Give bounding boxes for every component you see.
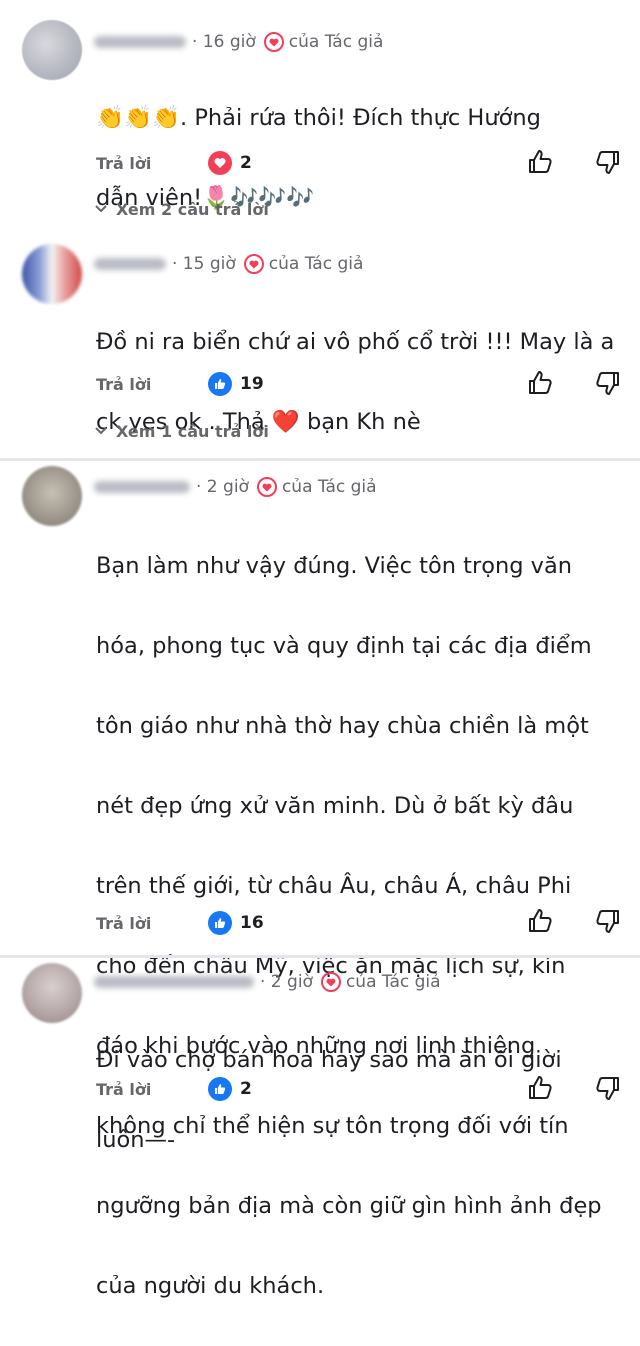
comment-meta: · 15 giờ của Tác giả [94,250,363,278]
reaction-summary[interactable]: 19 [208,372,264,396]
divider [0,458,640,461]
comment-actions: Trả lời [96,148,640,178]
reaction-summary[interactable]: 2 [208,151,252,175]
comment-text-line: tôn giáo như nhà thờ hay chùa chiền là m… [96,713,589,739]
author-name-blurred[interactable] [94,481,190,493]
comment-meta: · 2 giờ của Tác giả [94,473,377,501]
author-name-blurred[interactable] [94,36,186,48]
author-heart-icon [263,32,284,52]
view-replies-button[interactable]: Xem 1 câu trả lời [94,418,269,444]
comment-actions: Trả lời [96,369,640,399]
reaction-count: 16 [240,913,264,933]
reply-button[interactable]: Trả lời [96,154,151,173]
author-heart-icon [256,477,277,497]
comment-time: · 15 giờ [172,254,236,274]
comment-text-line: hóa, phong tục và quy định tại các địa đ… [96,633,592,659]
comment-meta: · 2 giờ của Tác giả [94,968,441,996]
reaction-count: 2 [240,153,252,173]
comment-text-line: Bạn làm như vậy đúng. Việc tôn trọng văn [96,553,573,579]
chevron-down-icon [95,427,107,435]
upvote-icon[interactable] [526,1074,554,1106]
comment-actions: Trả lời [96,1074,640,1104]
comment-text-line: 👏👏👏. Phải rứa thôi! Đích thực Hướng [96,105,541,131]
author-heart-icon [320,972,341,992]
reaction-count: 19 [240,374,264,394]
comment-text-line: của người du khách. [96,1273,325,1299]
like-icon [208,372,232,396]
heart-icon [208,151,232,175]
comment-meta: · 16 giờ của Tác giả [94,28,383,56]
view-replies-label: Xem 2 câu trả lời [116,199,269,219]
downvote-icon[interactable] [594,907,622,939]
chevron-down-icon [95,205,107,213]
divider [0,955,640,958]
view-replies-button[interactable]: Xem 2 câu trả lời [94,196,269,222]
like-icon [208,1077,232,1101]
comment-time: · 2 giờ [196,477,249,497]
author-badge: của Tác giả [281,477,377,497]
author-badge: của Tác giả [345,972,441,992]
comment-text-line: Đồ ni ra biển chứ ai vô phố cổ trời !!! … [96,329,615,355]
author-badge: của Tác giả [268,254,364,274]
comment-time: · 16 giờ [192,32,256,52]
downvote-icon[interactable] [594,1074,622,1106]
downvote-icon[interactable] [594,148,622,180]
avatar[interactable] [22,244,82,304]
reaction-count: 2 [240,1079,252,1099]
comment-actions: Trả lời [96,908,640,938]
comment-text-line: luôn—- [96,1127,176,1153]
upvote-icon[interactable] [526,148,554,180]
reaction-summary[interactable]: 2 [208,1077,252,1101]
upvote-icon[interactable] [526,369,554,401]
author-name-blurred[interactable] [94,976,254,988]
comment-text-line: trên thế giới, từ châu Âu, châu Á, châu … [96,873,572,899]
avatar[interactable] [22,466,82,526]
avatar[interactable] [22,20,82,80]
view-replies-label: Xem 1 câu trả lời [116,421,269,441]
upvote-icon[interactable] [526,907,554,939]
downvote-icon[interactable] [594,369,622,401]
reply-button[interactable]: Trả lời [96,914,151,933]
comment-text-line: nét đẹp ứng xử văn minh. Dù ở bất kỳ đâu [96,793,574,819]
like-icon [208,911,232,935]
avatar[interactable] [22,963,82,1023]
author-badge: của Tác giả [288,32,384,52]
reaction-summary[interactable]: 16 [208,911,264,935]
reply-button[interactable]: Trả lời [96,375,151,394]
author-name-blurred[interactable] [94,258,166,270]
author-heart-icon [243,254,264,274]
reply-button[interactable]: Trả lời [96,1080,151,1099]
comment-time: · 2 giờ [260,972,313,992]
